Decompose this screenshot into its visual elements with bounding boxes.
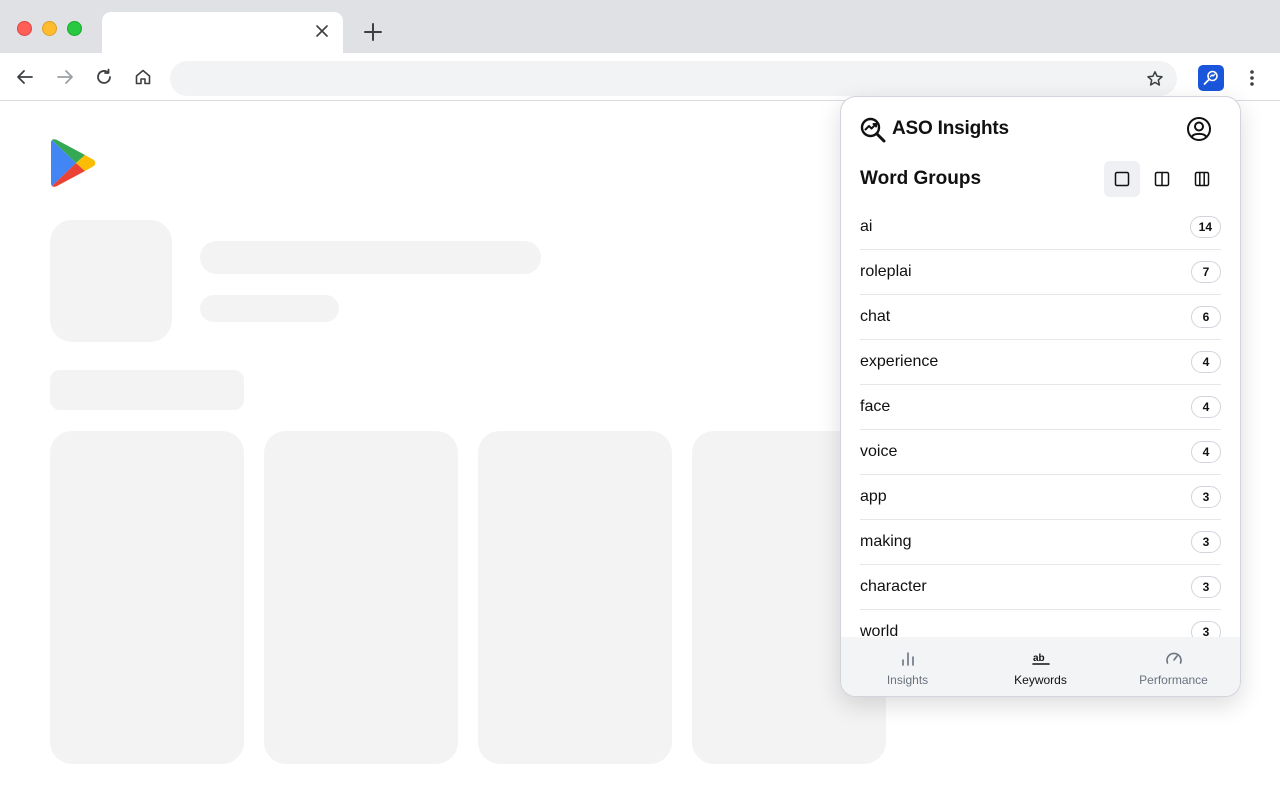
word-group-label: ai <box>860 218 873 235</box>
word-group-label: app <box>860 488 887 505</box>
nav-tab-label: Keywords <box>1014 672 1067 687</box>
reload-icon[interactable] <box>92 65 116 89</box>
word-group-row[interactable]: chat 6 <box>860 295 1221 340</box>
app-title-placeholder <box>200 241 541 274</box>
app-subtitle-placeholder <box>200 295 339 322</box>
section-title: Word Groups <box>860 168 982 189</box>
app-icon-placeholder <box>50 220 172 342</box>
word-count-badge: 4 <box>1191 351 1221 373</box>
single-column-layout-button[interactable] <box>1104 161 1140 197</box>
brand-title: ASO Insights <box>892 118 1009 139</box>
two-column-icon <box>1154 171 1170 187</box>
layout-toggle-group <box>1104 161 1220 197</box>
word-count-badge: 3 <box>1191 531 1221 553</box>
tab-strip <box>0 0 1280 53</box>
word-count-badge: 3 <box>1191 576 1221 598</box>
aso-extension-icon[interactable] <box>1198 65 1224 91</box>
word-group-list[interactable]: ai 14 roleplai 7 chat 6 experience 4 face 4 voice 4… <box>860 205 1221 637</box>
svg-text:ab: ab <box>1033 653 1045 664</box>
gauge-icon <box>1164 649 1184 669</box>
word-count-badge: 7 <box>1191 261 1221 283</box>
google-play-logo-icon <box>50 138 96 188</box>
word-group-row[interactable]: ai 14 <box>860 205 1221 250</box>
magnifier-chart-icon <box>860 117 886 143</box>
word-count-badge: 4 <box>1191 396 1221 418</box>
word-count-badge: 3 <box>1191 621 1221 637</box>
browser-toolbar <box>0 53 1280 101</box>
word-group-label: making <box>860 533 912 550</box>
new-tab-plus-icon[interactable] <box>362 21 384 43</box>
bookmark-star-icon[interactable] <box>1145 69 1165 89</box>
word-group-row[interactable]: world 3 <box>860 610 1221 637</box>
word-group-row[interactable]: experience 4 <box>860 340 1221 385</box>
tab-close-icon[interactable] <box>313 22 331 40</box>
word-group-label: roleplai <box>860 263 912 280</box>
window-zoom-button[interactable] <box>67 21 82 36</box>
two-column-layout-button[interactable] <box>1144 161 1180 197</box>
word-group-row[interactable]: voice 4 <box>860 430 1221 475</box>
nav-tab-label: Insights <box>886 672 929 687</box>
word-group-label: face <box>860 398 891 415</box>
window-close-button[interactable] <box>17 21 32 36</box>
browser-tab[interactable] <box>102 12 343 53</box>
popup-header: ASO Insights <box>841 97 1240 161</box>
aso-insights-popup: ASO Insights Word Groups ai 14 roleplai 7 ch… <box>840 96 1241 697</box>
word-count-badge: 3 <box>1191 486 1221 508</box>
screenshot-placeholder <box>478 431 672 764</box>
word-count-badge: 6 <box>1191 306 1221 328</box>
screenshot-placeholder <box>264 431 458 764</box>
kebab-menu-icon[interactable] <box>1242 66 1262 90</box>
word-group-label: chat <box>860 308 891 325</box>
user-account-icon[interactable] <box>1186 116 1212 142</box>
word-group-row[interactable]: roleplai 7 <box>860 250 1221 295</box>
window-minimize-button[interactable] <box>42 21 57 36</box>
word-group-label: voice <box>860 443 898 460</box>
word-group-label: world <box>860 623 899 637</box>
back-arrow-icon[interactable] <box>13 65 37 89</box>
nav-tab-insights[interactable]: Insights <box>841 637 974 696</box>
nav-tab-performance[interactable]: Performance <box>1107 637 1240 696</box>
word-group-row[interactable]: character 3 <box>860 565 1221 610</box>
install-button-placeholder <box>50 370 244 410</box>
three-column-icon <box>1194 171 1210 187</box>
three-column-layout-button[interactable] <box>1184 161 1220 197</box>
word-group-label: character <box>860 578 927 595</box>
address-bar[interactable] <box>170 61 1177 96</box>
word-group-label: experience <box>860 353 939 370</box>
nav-tab-keywords[interactable]: ab Keywords <box>974 637 1107 696</box>
word-group-row[interactable]: face 4 <box>860 385 1221 430</box>
home-icon[interactable] <box>131 65 155 89</box>
forward-arrow-icon[interactable] <box>53 65 77 89</box>
bottom-navigation: Insights ab Keywords Performance <box>841 637 1240 696</box>
word-group-row[interactable]: making 3 <box>860 520 1221 565</box>
single-column-icon <box>1114 171 1130 187</box>
ab-text-icon: ab <box>1031 649 1051 669</box>
word-count-badge: 14 <box>1189 216 1221 238</box>
screenshot-placeholder <box>50 431 244 764</box>
bar-chart-icon <box>898 649 918 669</box>
word-count-badge: 4 <box>1191 441 1221 463</box>
word-group-row[interactable]: app 3 <box>860 475 1221 520</box>
nav-tab-label: Performance <box>1139 672 1208 687</box>
